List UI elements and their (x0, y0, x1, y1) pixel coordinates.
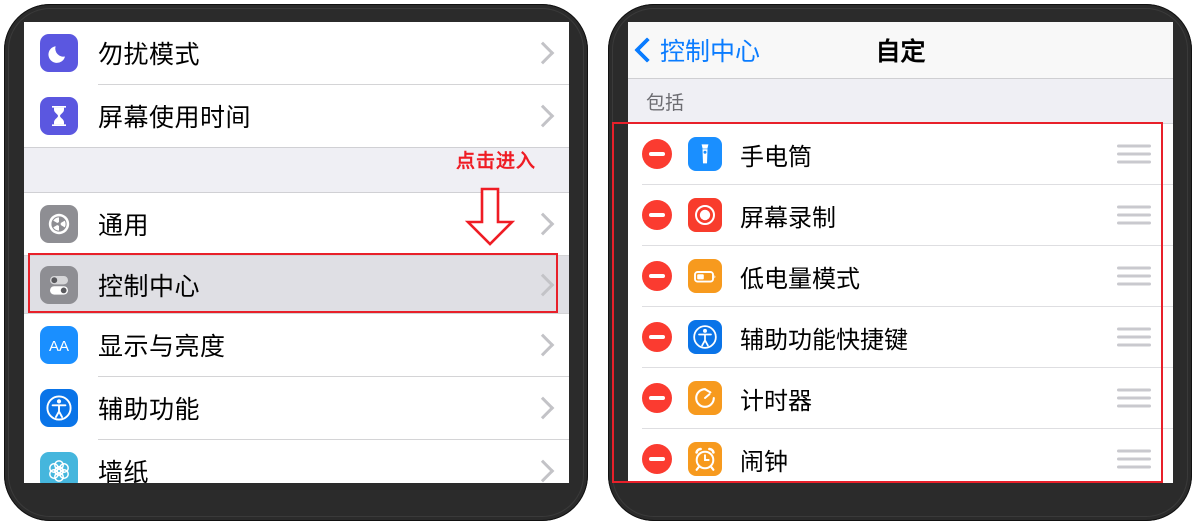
screen-record-icon (688, 198, 722, 232)
drag-handle-icon[interactable] (1117, 205, 1151, 225)
include-row-label: 手电筒 (740, 142, 812, 171)
settings-row-screen-time[interactable]: 屏幕使用时间 (24, 85, 569, 147)
settings-row-label: 勿扰模式 (98, 40, 201, 69)
chevron-right-icon (531, 396, 555, 420)
drag-handle-icon[interactable] (1117, 449, 1151, 469)
settings-row-accessibility[interactable]: 辅助功能 (24, 377, 569, 439)
settings-row-display-brightness[interactable]: AA 显示与亮度 (24, 314, 569, 376)
settings-row-do-not-disturb[interactable]: 勿扰模式 (24, 22, 569, 84)
moon-icon (40, 34, 78, 72)
settings-row-wallpaper[interactable]: 墙纸 (24, 440, 569, 483)
include-row-alarm[interactable]: 闹钟 (628, 429, 1173, 483)
page-title: 自定 (875, 37, 926, 66)
timer-icon (688, 381, 722, 415)
settings-row-label: 通用 (98, 211, 150, 240)
chevron-right-icon (531, 212, 555, 236)
wallpaper-flower-icon (40, 452, 78, 483)
include-row-label: 闹钟 (740, 447, 788, 476)
minus-circle-icon[interactable] (642, 322, 672, 352)
include-list: 手电筒 屏幕录制 低电量模式 辅助功能快捷键 计时器 闹钟 (628, 124, 1173, 483)
section-header-include: 包括 (628, 79, 1173, 124)
control-center-toggles-icon (40, 265, 78, 304)
chevron-right-icon (531, 273, 555, 296)
chevron-right-icon (531, 41, 555, 65)
include-row-low-power-mode[interactable]: 低电量模式 (628, 246, 1173, 306)
flashlight-icon (688, 137, 722, 171)
left-phone-screen: 勿扰模式 屏幕使用时间 通用 控制中心 AA 显示与亮度 辅助功能 墙纸 (24, 22, 569, 483)
gear-icon (40, 205, 78, 243)
battery-low-icon (688, 259, 722, 293)
settings-row-label: 墙纸 (98, 458, 150, 483)
accessibility-icon (40, 389, 78, 427)
include-row-screen-recording[interactable]: 屏幕录制 (628, 185, 1173, 245)
down-arrow-annotation-icon (462, 186, 518, 248)
svg-text:AA: AA (49, 338, 69, 355)
screenshot-stage: 勿扰模式 屏幕使用时间 通用 控制中心 AA 显示与亮度 辅助功能 墙纸 点击进… (0, 0, 1200, 525)
drag-handle-icon[interactable] (1117, 266, 1151, 286)
drag-handle-icon[interactable] (1117, 327, 1151, 347)
settings-row-label: 辅助功能 (98, 395, 201, 424)
include-row-label: 低电量模式 (740, 264, 860, 293)
include-row-label: 屏幕录制 (740, 203, 836, 232)
settings-row-label: 屏幕使用时间 (98, 103, 252, 132)
alarm-clock-icon (688, 442, 722, 476)
minus-circle-icon[interactable] (642, 200, 672, 230)
chevron-right-icon (531, 333, 555, 357)
include-row-label: 辅助功能快捷键 (740, 325, 908, 354)
navigation-bar: 控制中心 自定 (628, 22, 1173, 79)
include-row-timer[interactable]: 计时器 (628, 368, 1173, 428)
minus-circle-icon[interactable] (642, 261, 672, 291)
settings-row-label: 显示与亮度 (98, 332, 226, 361)
minus-circle-icon[interactable] (642, 139, 672, 169)
include-row-label: 计时器 (740, 386, 812, 415)
accessibility-icon (688, 320, 722, 354)
include-row-accessibility-shortcuts[interactable]: 辅助功能快捷键 (628, 307, 1173, 367)
chevron-right-icon (531, 104, 555, 128)
drag-handle-icon[interactable] (1117, 144, 1151, 164)
include-row-flashlight[interactable]: 手电筒 (628, 124, 1173, 184)
aa-text-icon: AA (40, 326, 78, 364)
minus-circle-icon[interactable] (642, 383, 672, 413)
right-phone-screen: 控制中心 自定 包括 手电筒 屏幕录制 低电量模式 辅助功能快捷键 计时器 闹钟 (628, 22, 1173, 483)
chevron-right-icon (531, 459, 555, 483)
hourglass-icon (40, 97, 78, 135)
drag-handle-icon[interactable] (1117, 388, 1151, 408)
minus-circle-icon[interactable] (642, 444, 672, 474)
settings-row-label: 控制中心 (98, 271, 201, 301)
settings-row-control-center[interactable]: 控制中心 (24, 256, 569, 313)
annotation-label: 点击进入 (456, 150, 537, 172)
